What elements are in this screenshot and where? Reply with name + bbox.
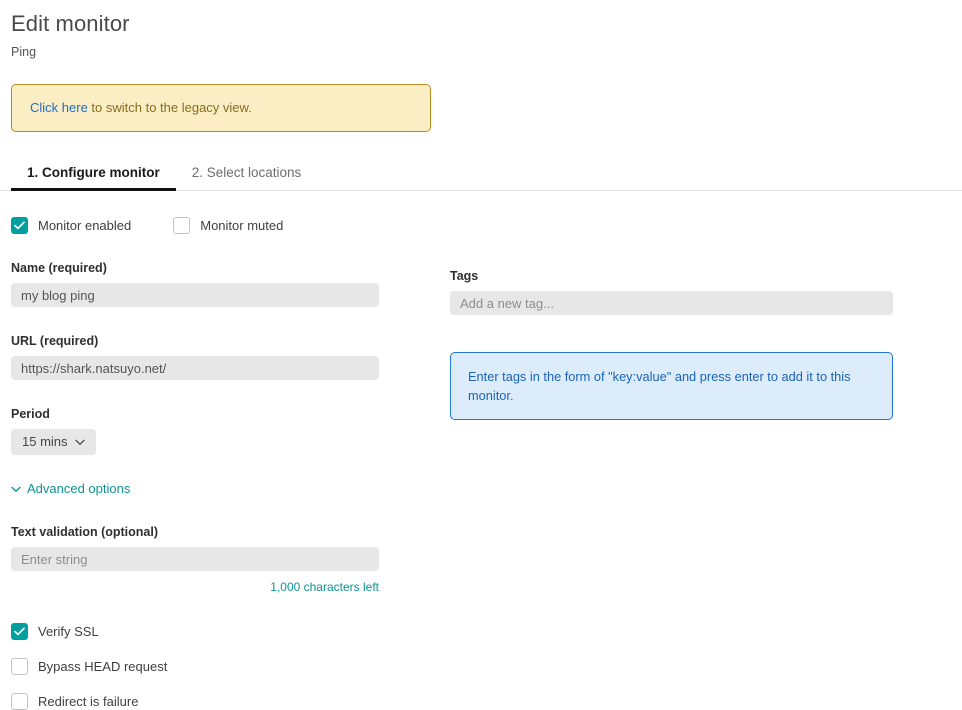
checkbox-empty-icon	[11, 693, 28, 710]
checkbox-checked-icon	[11, 623, 28, 640]
bypass-head-request-checkbox[interactable]: Bypass HEAD request	[11, 658, 450, 675]
verify-ssl-label: Verify SSL	[38, 623, 99, 639]
advanced-options-toggle[interactable]: Advanced options	[11, 481, 130, 497]
characters-left-counter: 1,000 characters left	[270, 580, 379, 594]
name-input[interactable]	[11, 283, 379, 307]
monitor-state-checkboxes: Monitor enabled Monitor muted	[11, 217, 450, 234]
checkbox-empty-icon	[11, 658, 28, 675]
legacy-banner-text: to switch to the legacy view.	[87, 100, 252, 115]
wizard-tabs: 1. Configure monitor 2. Select locations	[0, 158, 962, 191]
verify-ssl-checkbox[interactable]: Verify SSL	[11, 623, 450, 640]
text-validation-label: Text validation (optional)	[11, 525, 158, 539]
checkbox-checked-icon	[11, 217, 28, 234]
tags-field-group: Tags	[450, 268, 910, 315]
url-input[interactable]	[11, 356, 379, 380]
tags-info-box: Enter tags in the form of "key:value" an…	[450, 352, 893, 420]
bypass-head-request-label: Bypass HEAD request	[38, 658, 168, 674]
tags-input[interactable]	[450, 291, 893, 315]
monitor-form: Monitor enabled Monitor muted Name (requ…	[0, 191, 962, 710]
name-field-group: Name (required)	[11, 260, 450, 307]
redirect-is-failure-checkbox[interactable]: Redirect is failure	[11, 693, 450, 710]
chevron-down-icon	[11, 481, 21, 497]
advanced-options-label: Advanced options	[27, 481, 131, 496]
period-field-label: Period	[11, 407, 50, 421]
url-field-group: URL (required)	[11, 333, 450, 380]
url-field-label: URL (required)	[11, 334, 99, 348]
tags-field-label: Tags	[450, 269, 479, 283]
monitor-muted-label: Monitor muted	[200, 217, 284, 233]
tab-configure-monitor[interactable]: 1. Configure monitor	[11, 165, 176, 191]
monitor-muted-checkbox[interactable]: Monitor muted	[173, 217, 283, 234]
monitor-enabled-label: Monitor enabled	[38, 217, 132, 233]
legacy-view-link[interactable]: Click here	[30, 100, 88, 115]
legacy-view-banner: Click here to switch to the legacy view.	[11, 84, 431, 132]
name-field-label: Name (required)	[11, 261, 107, 275]
checkbox-empty-icon	[173, 217, 191, 234]
advanced-option-checkboxes: Verify SSL Bypass HEAD request Redirect …	[11, 623, 450, 710]
page-title: Edit monitor	[11, 11, 130, 36]
redirect-is-failure-label: Redirect is failure	[38, 693, 139, 709]
monitor-enabled-checkbox[interactable]: Monitor enabled	[11, 217, 131, 234]
period-select[interactable]: 15 mins	[11, 429, 96, 455]
text-validation-field-group: Text validation (optional) 1,000 charact…	[11, 524, 450, 595]
tab-select-locations[interactable]: 2. Select locations	[176, 165, 318, 190]
text-validation-input[interactable]	[11, 547, 379, 571]
page-subtitle: Ping	[11, 45, 37, 59]
edit-monitor-page: Edit monitor Ping Click here to switch t…	[0, 0, 962, 710]
tags-info-text: Enter tags in the form of "key:value" an…	[468, 369, 851, 403]
period-select-value: 15 mins	[22, 434, 68, 449]
period-field-group: Period 15 mins	[11, 406, 450, 455]
form-left-column: Monitor enabled Monitor muted Name (requ…	[0, 217, 450, 710]
form-right-column: Tags Enter tags in the form of "key:valu…	[450, 217, 910, 710]
chevron-down-icon	[74, 434, 85, 450]
